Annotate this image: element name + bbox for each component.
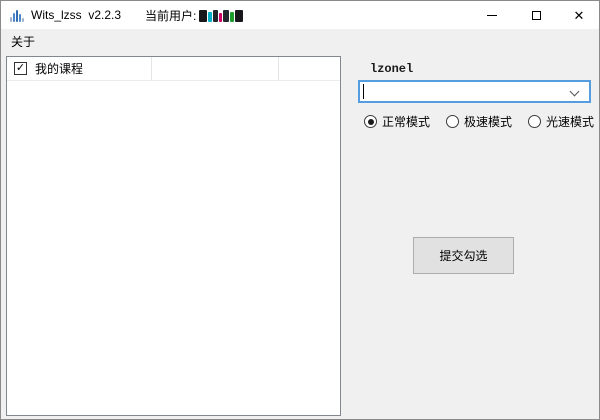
radio-label: 正常模式 <box>382 113 430 130</box>
mode-radio-group: 正常模式 极速模式 光速模式 <box>364 113 594 130</box>
menu-item-about[interactable]: 关于 <box>1 29 45 54</box>
radio-light-mode[interactable]: 光速模式 <box>528 113 594 130</box>
column-header-my-courses[interactable]: 我的课程 <box>35 60 83 77</box>
course-combobox[interactable] <box>358 80 591 103</box>
radio-label: 极速模式 <box>464 113 512 130</box>
radio-label: 光速模式 <box>546 113 594 130</box>
close-icon: ✕ <box>574 9 585 22</box>
combobox-input[interactable] <box>362 83 567 100</box>
app-window: Wits_lzss v2.2.3 当前用户: ✕ 关于 ✓ 我的课程 lzo <box>0 0 600 420</box>
caption-buttons: ✕ <box>469 1 599 29</box>
combo-label: lzonel <box>370 62 413 76</box>
chevron-down-icon[interactable] <box>570 87 580 97</box>
select-all-checkbox[interactable]: ✓ <box>14 62 27 75</box>
column-separator <box>278 57 279 80</box>
minimize-icon <box>487 15 497 16</box>
radio-circle-icon <box>364 115 377 128</box>
course-listview[interactable]: ✓ 我的课程 <box>6 56 341 416</box>
radio-fast-mode[interactable]: 极速模式 <box>446 113 512 130</box>
app-waveform-icon <box>10 9 24 22</box>
maximize-icon <box>532 11 541 20</box>
text-caret <box>363 84 364 99</box>
radio-circle-icon <box>446 115 459 128</box>
maximize-button[interactable] <box>514 1 559 29</box>
listview-header: ✓ 我的课程 <box>7 57 340 81</box>
radio-normal-mode[interactable]: 正常模式 <box>364 113 430 130</box>
current-user-redacted <box>199 9 243 22</box>
current-user-label: 当前用户: <box>145 7 196 24</box>
radio-circle-icon <box>528 115 541 128</box>
submit-selection-button[interactable]: 提交勾选 <box>413 237 514 274</box>
window-title: Wits_lzss v2.2.3 <box>31 8 121 22</box>
menu-bar: 关于 <box>1 29 599 54</box>
title-bar: Wits_lzss v2.2.3 当前用户: ✕ <box>1 1 599 29</box>
minimize-button[interactable] <box>469 1 514 29</box>
column-separator <box>151 57 152 80</box>
close-button[interactable]: ✕ <box>559 1 599 29</box>
